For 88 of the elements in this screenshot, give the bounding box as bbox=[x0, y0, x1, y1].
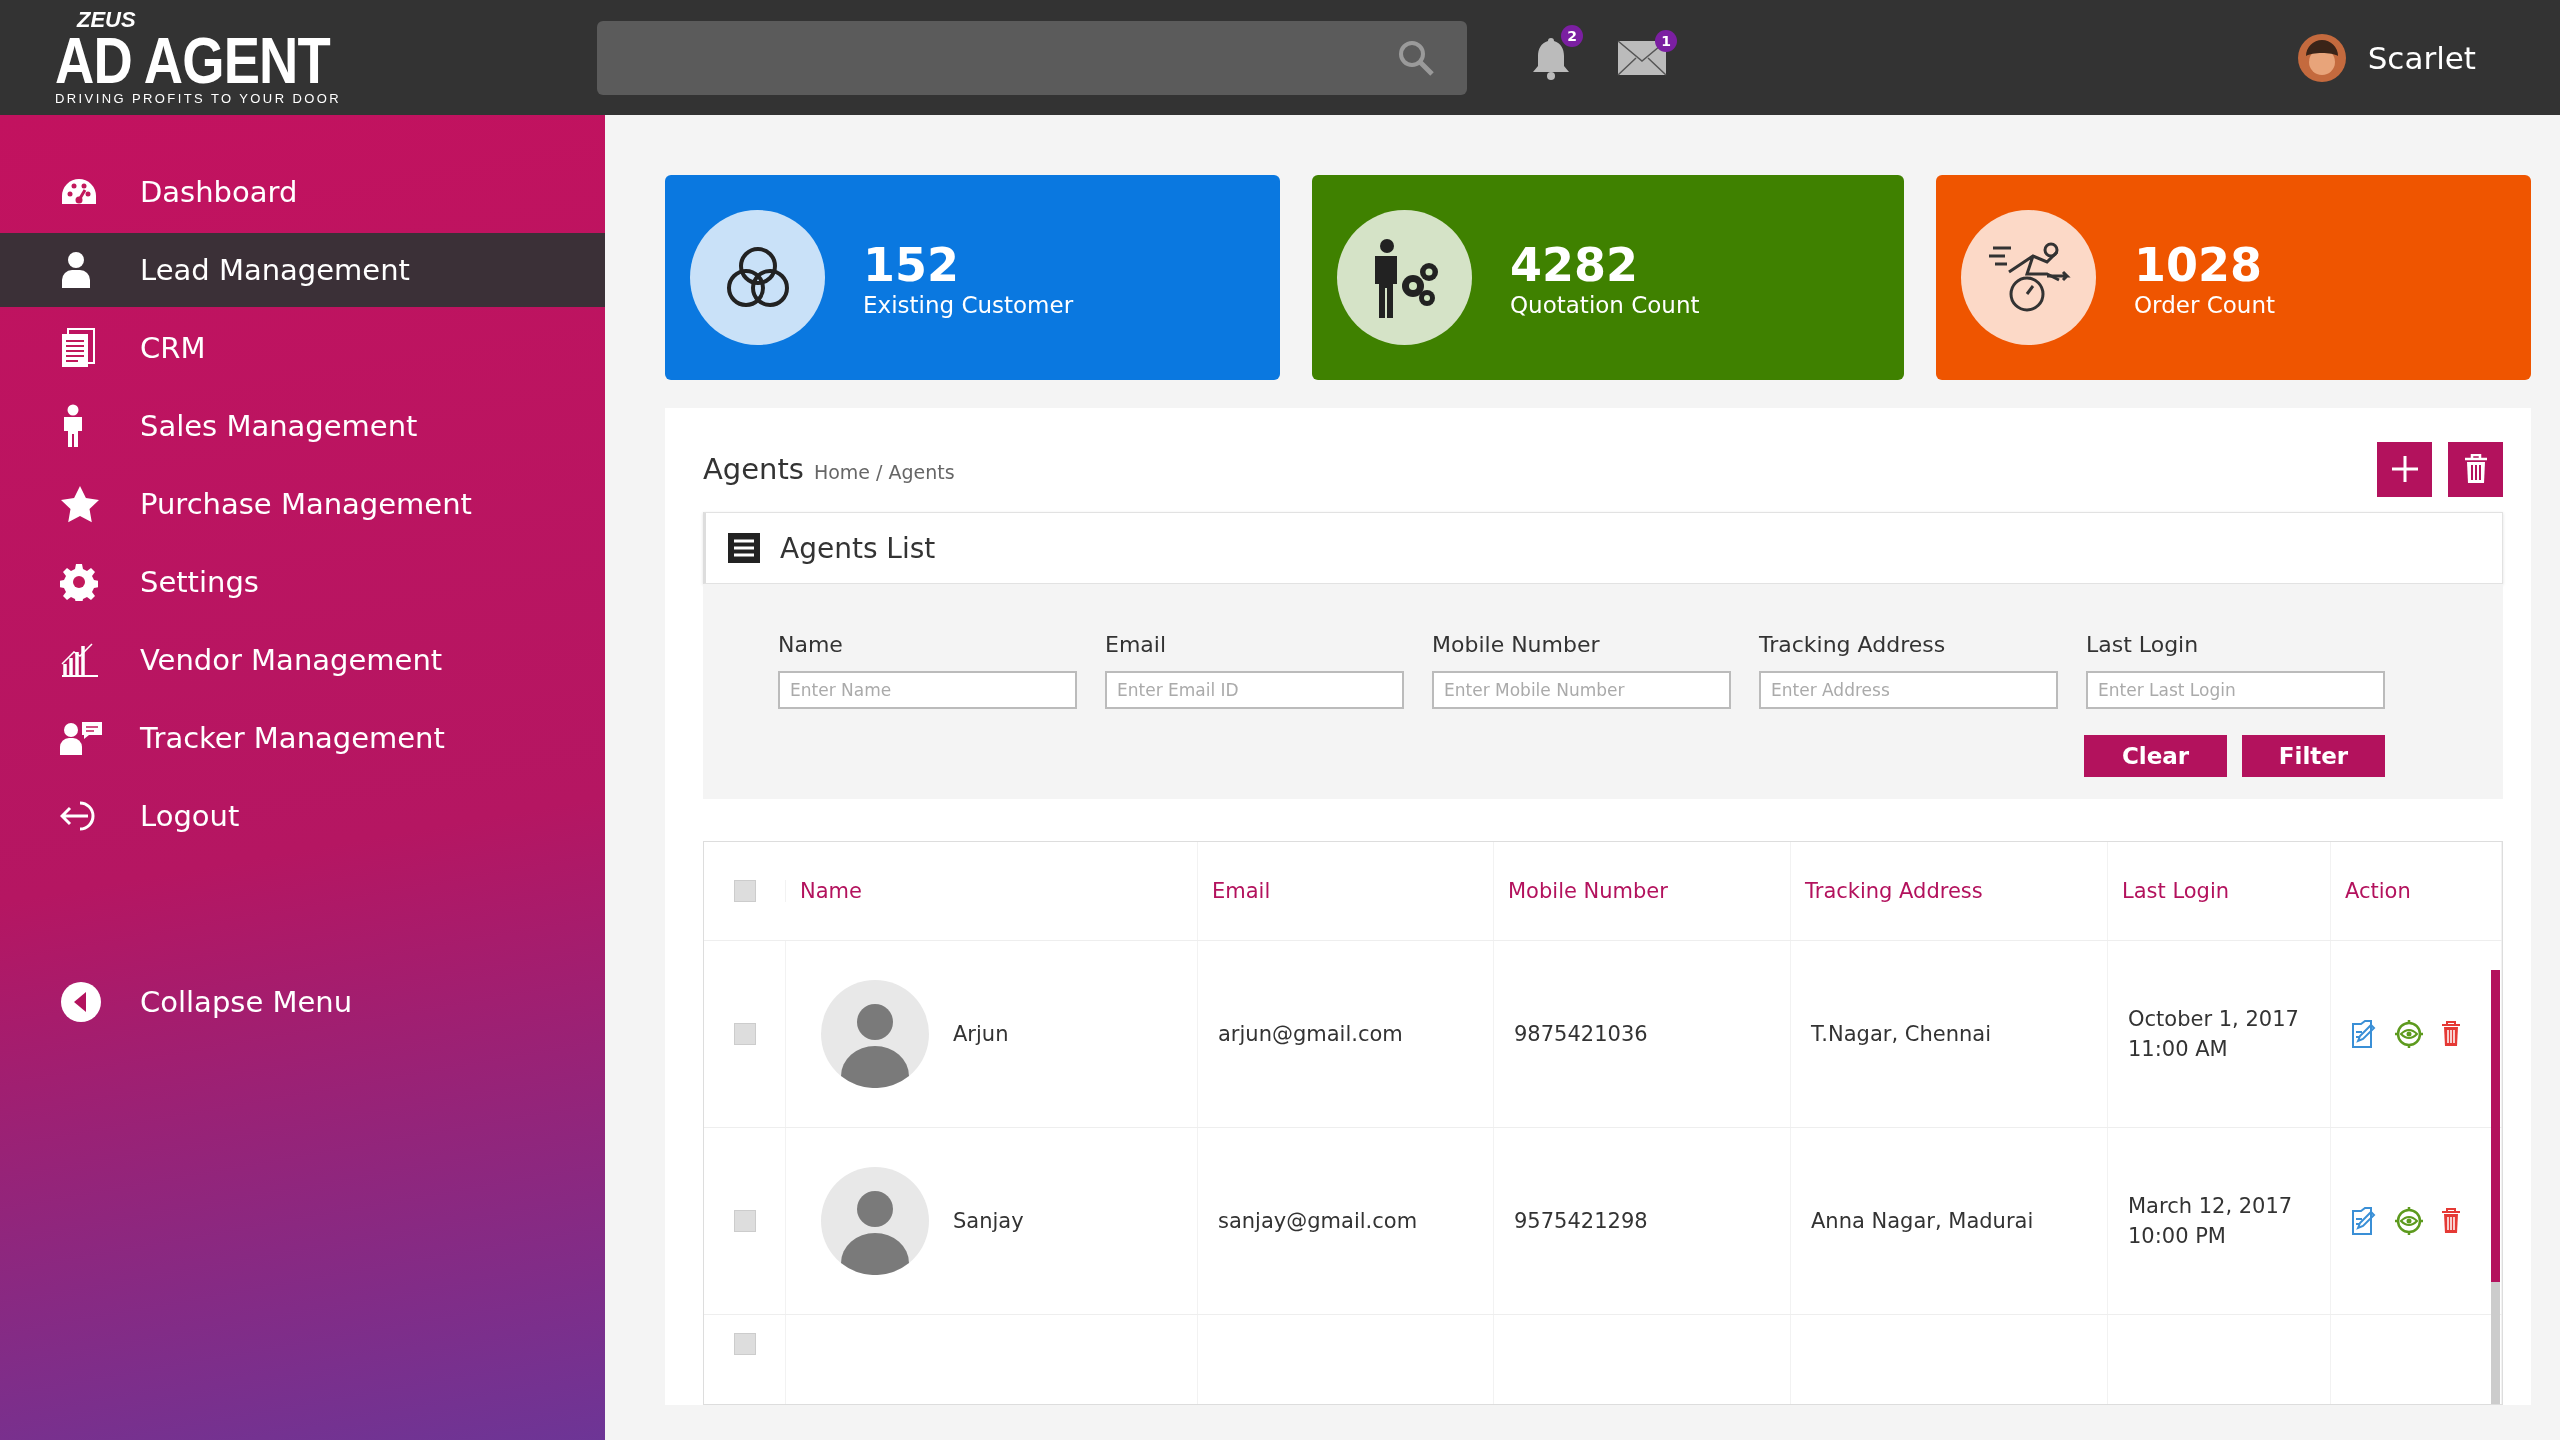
agent-name: Sanjay bbox=[953, 1209, 1024, 1233]
sidebar-item[interactable]: Logout bbox=[0, 779, 605, 853]
login-time: 10:00 PM bbox=[2128, 1223, 2226, 1250]
sidebar-item[interactable]: Dashboard bbox=[0, 155, 605, 229]
view-button[interactable] bbox=[2395, 1207, 2423, 1235]
edit-button[interactable] bbox=[2351, 1207, 2377, 1235]
eye-icon bbox=[2395, 1020, 2423, 1048]
plus-icon bbox=[2389, 454, 2420, 484]
edit-button[interactable] bbox=[2351, 1020, 2377, 1048]
clear-button[interactable]: Clear bbox=[2084, 735, 2227, 777]
view-button[interactable] bbox=[2395, 1020, 2423, 1048]
scrollbar-track[interactable] bbox=[2491, 970, 2500, 1404]
column-header[interactable]: Tracking Address bbox=[1805, 879, 1983, 903]
sidebar-item[interactable]: Tracker Management bbox=[0, 701, 605, 775]
input-field[interactable]: Enter Mobile Number bbox=[1432, 671, 1731, 709]
checkbox[interactable] bbox=[733, 880, 756, 902]
address-text: T.Nagar, Chennai bbox=[1811, 1022, 1991, 1046]
stat-label: Quotation Count bbox=[1510, 291, 1700, 318]
search-field[interactable] bbox=[597, 20, 1467, 95]
field-label: Email bbox=[1105, 632, 1168, 657]
filter-button[interactable]: Filter bbox=[2242, 735, 2385, 777]
phone-number: 9575421298 bbox=[1514, 1209, 1648, 1233]
user-icon bbox=[60, 251, 92, 289]
column-header[interactable]: Action bbox=[2345, 879, 2411, 903]
logo-text: ZEUS bbox=[77, 8, 137, 31]
column-header[interactable]: Name bbox=[800, 879, 862, 903]
scrollbar-thumb[interactable] bbox=[2491, 970, 2500, 1282]
add-button[interactable] bbox=[2377, 441, 2432, 497]
column-header[interactable]: Email bbox=[1212, 879, 1271, 903]
field-label: Name bbox=[778, 632, 844, 657]
sidebar-item[interactable]: Lead Management bbox=[0, 233, 605, 307]
address-text: Anna Nagar, Madurai bbox=[1811, 1209, 2034, 1233]
checkbox[interactable] bbox=[733, 1023, 756, 1045]
sidebar-item[interactable]: Sales Management bbox=[0, 389, 605, 463]
avatar-icon[interactable] bbox=[2297, 33, 2346, 82]
input-field[interactable]: Enter Last Login bbox=[2086, 671, 2385, 709]
input-field[interactable]: Enter Name bbox=[778, 671, 1077, 709]
bar-chart-icon bbox=[60, 642, 100, 678]
trash-icon bbox=[2441, 1208, 2461, 1234]
login-date: October 1, 2017 bbox=[2128, 1006, 2299, 1033]
edit-icon bbox=[2351, 1020, 2377, 1048]
breadcrumb[interactable]: Home / Agents bbox=[813, 461, 955, 483]
trash-icon bbox=[2463, 454, 2488, 484]
field-label: Tracking Address bbox=[1759, 632, 1947, 657]
input-field[interactable]: Enter Address bbox=[1759, 671, 2058, 709]
login-time: 11:00 AM bbox=[2128, 1036, 2228, 1063]
user-chat-icon bbox=[60, 720, 104, 756]
input-field[interactable]: Enter Email ID bbox=[1105, 671, 1404, 709]
email-text: sanjay@gmail.com bbox=[1218, 1209, 1418, 1233]
login-date: March 12, 2017 bbox=[2128, 1193, 2293, 1220]
checkbox[interactable] bbox=[733, 1210, 756, 1232]
delete-button[interactable] bbox=[2441, 1021, 2461, 1047]
delete-button[interactable] bbox=[2448, 441, 2503, 497]
stat-label: Order Count bbox=[2134, 291, 2275, 318]
sidebar-item[interactable]: Vendor Management bbox=[0, 623, 605, 697]
page-title: Agents bbox=[703, 452, 804, 486]
field-label: Last Login bbox=[2086, 632, 2200, 657]
collapse-menu-button[interactable]: Collapse Menu bbox=[0, 965, 605, 1039]
message-badge: 1 bbox=[1655, 29, 1677, 52]
list-icon bbox=[728, 533, 760, 563]
search-icon[interactable] bbox=[1397, 38, 1435, 77]
user-name[interactable]: Scarlet bbox=[2367, 39, 2476, 76]
settings-icon bbox=[60, 563, 98, 601]
stat-label: Existing Customer bbox=[863, 291, 1074, 318]
stat-value: 1028 bbox=[2134, 237, 2264, 292]
edit-icon bbox=[2351, 1207, 2377, 1235]
column-header[interactable]: Last Login bbox=[2122, 879, 2230, 903]
field-label: Mobile Number bbox=[1432, 632, 1601, 657]
phone-number: 9875421036 bbox=[1514, 1022, 1648, 1046]
delete-button[interactable] bbox=[2441, 1208, 2461, 1234]
stat-value: 152 bbox=[863, 237, 961, 292]
eye-icon bbox=[2395, 1207, 2423, 1235]
logo-tagline: DRIVING PROFITS TO YOUR DOOR bbox=[55, 90, 343, 107]
logo-text: AGENT bbox=[143, 30, 330, 91]
notification-badge: 2 bbox=[1561, 24, 1583, 47]
agent-name: Arjun bbox=[953, 1022, 1009, 1046]
sidebar-item[interactable]: CRM bbox=[0, 311, 605, 385]
email-text: arjun@gmail.com bbox=[1218, 1022, 1403, 1046]
checkbox[interactable] bbox=[733, 1333, 756, 1355]
star-icon bbox=[60, 485, 100, 523]
sidebar-item[interactable]: Purchase Management bbox=[0, 467, 605, 541]
column-header[interactable]: Mobile Number bbox=[1508, 879, 1668, 903]
trash-icon bbox=[2441, 1021, 2461, 1047]
document-icon bbox=[60, 328, 96, 368]
list-title: Agents List bbox=[780, 531, 936, 565]
stat-value: 4282 bbox=[1510, 237, 1640, 292]
sidebar-item[interactable]: Settings bbox=[0, 545, 605, 619]
logo-text: AD bbox=[55, 30, 132, 91]
